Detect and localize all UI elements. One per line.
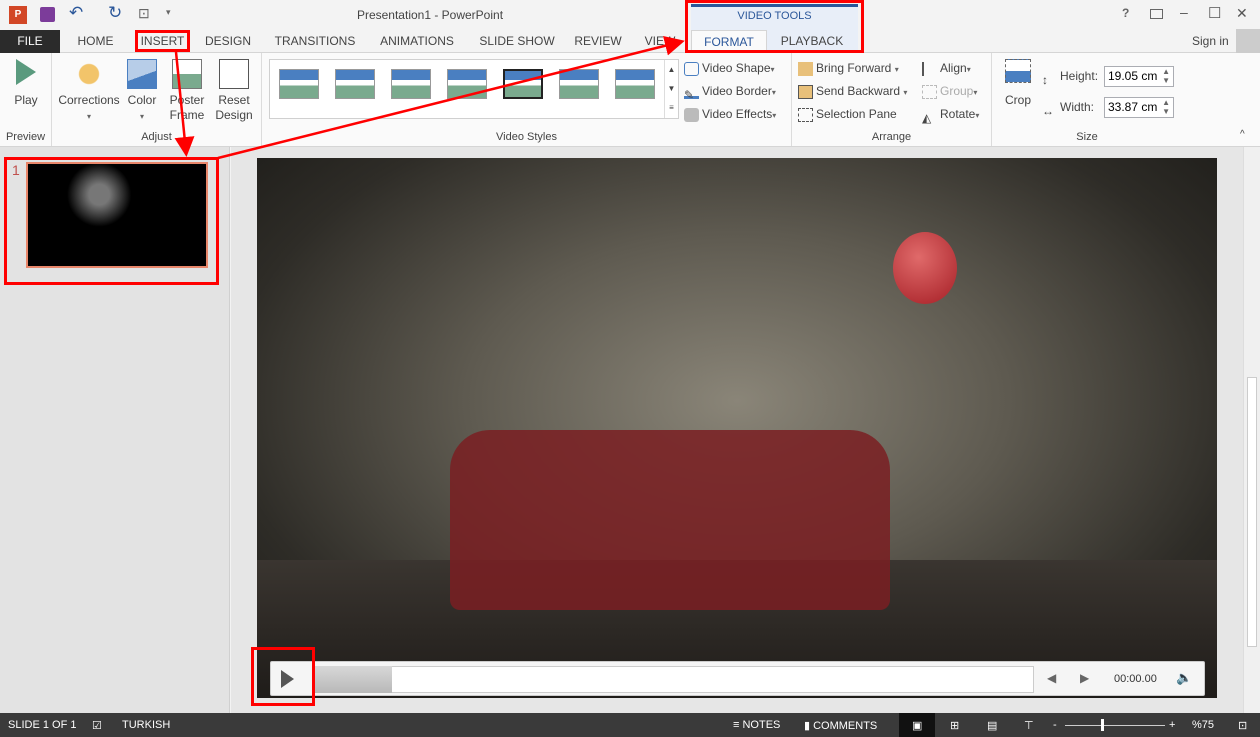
arrow-insert-to-thumbnail [174,51,195,157]
annotation-arrows [174,35,685,160]
arrow-thumbnail-to-format [217,35,685,160]
